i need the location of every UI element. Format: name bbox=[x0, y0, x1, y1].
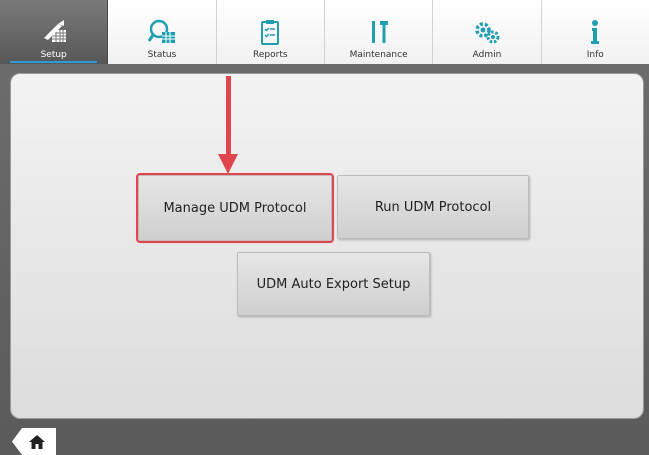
tab-label: Setup bbox=[40, 50, 67, 60]
tab-info[interactable]: Info bbox=[541, 0, 649, 64]
tab-status[interactable]: Status bbox=[108, 0, 217, 64]
status-icon bbox=[147, 19, 175, 43]
setup-panel: Manage UDM Protocol Run UDM Protocol UDM… bbox=[10, 73, 644, 419]
maintenance-icon bbox=[371, 21, 388, 43]
reports-icon bbox=[261, 20, 280, 45]
pointer-arrow-icon bbox=[218, 76, 238, 174]
tab-label: Info bbox=[586, 50, 604, 60]
setup-icon bbox=[43, 20, 66, 42]
tab-label: Admin bbox=[472, 50, 502, 60]
tab-reports[interactable]: Reports bbox=[216, 0, 325, 64]
tab-label: Maintenance bbox=[349, 50, 408, 60]
tab-admin[interactable]: Admin bbox=[433, 0, 542, 64]
home-button[interactable] bbox=[12, 428, 56, 455]
info-icon bbox=[591, 20, 600, 44]
manage-udm-protocol-button[interactable]: Manage UDM Protocol bbox=[136, 173, 334, 243]
app-frame: Setup Status Reports Maintenance Admin I… bbox=[0, 0, 649, 455]
admin-icon bbox=[475, 22, 500, 44]
tab-setup[interactable]: Setup bbox=[0, 0, 109, 64]
tab-label: Reports bbox=[253, 50, 288, 60]
top-navigation: Setup Status Reports Maintenance Admin I… bbox=[0, 0, 649, 64]
tab-maintenance[interactable]: Maintenance bbox=[324, 0, 434, 64]
run-udm-protocol-button[interactable]: Run UDM Protocol bbox=[337, 175, 529, 239]
udm-auto-export-setup-button[interactable]: UDM Auto Export Setup bbox=[237, 252, 430, 316]
tab-label: Status bbox=[147, 50, 177, 60]
